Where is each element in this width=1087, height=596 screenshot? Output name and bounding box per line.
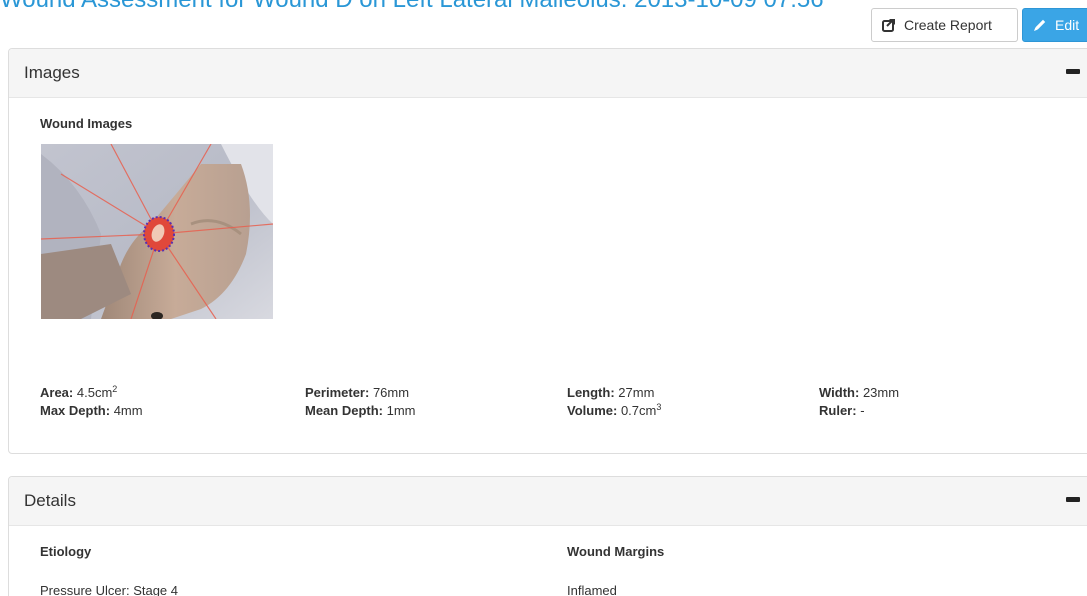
measurement-mean-depth: Mean Depth: 1mm — [305, 402, 416, 419]
ruler-label: Ruler: — [819, 403, 857, 418]
volume-value: 0.7cm — [620, 403, 657, 418]
measurement-perimeter: Perimeter: 76mm — [305, 384, 409, 401]
page-title: Wound Assessment for Wound D on Left Lat… — [0, 0, 824, 13]
area-value: 4.5cm — [76, 385, 113, 400]
measurement-width: Width: 23mm — [819, 384, 899, 401]
edit-button[interactable]: Edit — [1022, 8, 1087, 42]
etiology-label: Etiology — [40, 544, 92, 559]
measurement-max-depth: Max Depth: 4mm — [40, 402, 143, 419]
wound-assessment-page: Wound Assessment for Wound D on Left Lat… — [0, 0, 1087, 596]
mean-depth-label: Mean Depth: — [305, 403, 383, 418]
edit-label: Edit — [1055, 17, 1080, 33]
pencil-icon — [1033, 18, 1047, 32]
details-panel-heading[interactable]: Details — [9, 477, 1087, 526]
area-exponent: 2 — [112, 384, 118, 394]
perimeter-value: 76mm — [372, 385, 410, 400]
measurement-area: Area: 4.5cm2 — [40, 384, 117, 401]
max-depth-value: 4mm — [113, 403, 143, 418]
images-panel: Images Wound Images Area: 4.5cm2 Max Dep… — [8, 48, 1087, 454]
measurement-volume: Volume: 0.7cm3 — [567, 402, 661, 419]
wound-image-thumbnail[interactable] — [41, 144, 273, 319]
area-label: Area: — [40, 385, 74, 400]
wound-margins-value: Inflamed — [567, 583, 617, 596]
minus-icon[interactable] — [1066, 497, 1080, 502]
width-value: 23mm — [862, 385, 900, 400]
ruler-value: - — [860, 403, 865, 418]
wound-margins-label: Wound Margins — [567, 544, 665, 559]
max-depth-label: Max Depth: — [40, 403, 111, 418]
length-value: 27mm — [618, 385, 655, 400]
width-label: Width: — [819, 385, 860, 400]
images-panel-heading[interactable]: Images — [9, 49, 1087, 98]
measurement-length: Length: 27mm — [567, 384, 654, 401]
measurement-ruler: Ruler: - — [819, 402, 865, 419]
etiology-value: Pressure Ulcer: Stage 4 — [40, 583, 179, 596]
mean-depth-value: 1mm — [386, 403, 416, 418]
perimeter-label: Perimeter: — [305, 385, 370, 400]
length-label: Length: — [567, 385, 615, 400]
details-panel-title: Details — [24, 491, 76, 510]
create-report-label: Create Report — [904, 17, 992, 33]
volume-label: Volume: — [567, 403, 618, 418]
details-panel: Details Etiology Pressure Ulcer: Stage 4… — [8, 476, 1087, 596]
create-report-button[interactable]: Create Report — [871, 8, 1018, 42]
minus-icon[interactable] — [1066, 69, 1080, 74]
share-box-icon — [882, 18, 896, 32]
images-panel-title: Images — [24, 63, 80, 82]
volume-exponent: 3 — [656, 402, 662, 412]
wound-images-label: Wound Images — [40, 116, 133, 131]
